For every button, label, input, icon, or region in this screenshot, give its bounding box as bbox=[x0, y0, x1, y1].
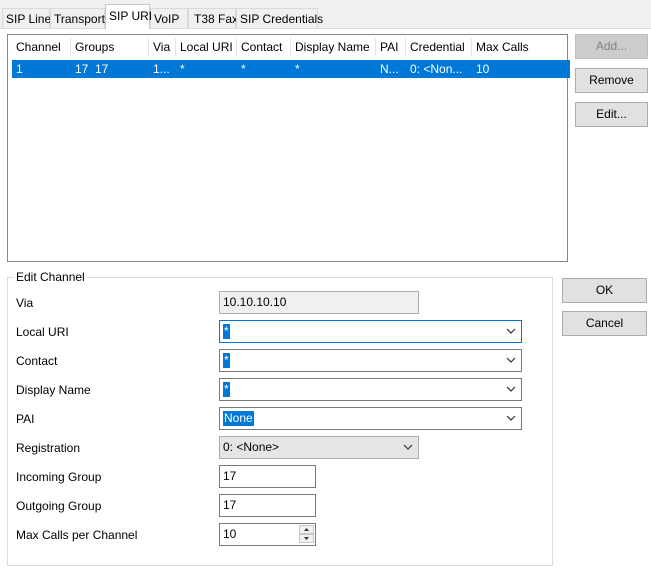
column-header-groups[interactable]: Groups bbox=[71, 38, 149, 56]
tab-sip-line[interactable]: SIP Line bbox=[2, 8, 51, 28]
outgoing-group-label: Outgoing Group bbox=[16, 499, 102, 513]
local-uri-combo[interactable]: * bbox=[219, 320, 522, 343]
display-name-combo[interactable]: * bbox=[219, 378, 522, 401]
cell-local-uri: * bbox=[180, 62, 185, 76]
pai-value: None bbox=[223, 411, 254, 426]
channel-list[interactable]: Channel Groups Via Local URI Contact Dis… bbox=[7, 34, 570, 262]
outgoing-group-field[interactable]: 17 bbox=[219, 494, 316, 517]
cell-contact: * bbox=[241, 62, 246, 76]
column-header-display-name[interactable]: Display Name bbox=[291, 38, 376, 56]
cell-pai: N... bbox=[380, 62, 399, 76]
triangle-down-icon bbox=[304, 537, 309, 540]
contact-combo[interactable]: * bbox=[219, 349, 522, 372]
ok-button[interactable]: OK bbox=[562, 278, 647, 303]
local-uri-label: Local URI bbox=[16, 325, 69, 339]
chevron-down-icon[interactable] bbox=[506, 413, 516, 423]
registration-label: Registration bbox=[16, 441, 81, 455]
edit-button[interactable]: Edit... bbox=[575, 102, 648, 127]
tab-transport[interactable]: Transport bbox=[50, 8, 105, 28]
cell-groups-in: 17 bbox=[75, 62, 89, 76]
registration-value: 0: <None> bbox=[223, 440, 280, 454]
column-header-credential[interactable]: Credential bbox=[406, 38, 472, 56]
display-name-value: * bbox=[223, 382, 230, 397]
tab-sip-uri[interactable]: SIP URI bbox=[105, 4, 152, 29]
chevron-down-icon[interactable] bbox=[506, 355, 516, 365]
spin-up-button[interactable] bbox=[299, 525, 314, 534]
cell-channel: 1 bbox=[16, 62, 23, 76]
contact-value: * bbox=[223, 353, 230, 368]
tab-voip[interactable]: VoIP bbox=[150, 8, 188, 28]
via-label: Via bbox=[16, 296, 34, 310]
tab-t38-fax[interactable]: T38 Fax bbox=[188, 8, 238, 28]
incoming-group-field[interactable]: 17 bbox=[219, 465, 316, 488]
column-header-local-uri[interactable]: Local URI bbox=[176, 38, 237, 56]
column-header-contact[interactable]: Contact bbox=[237, 38, 291, 56]
tab-sip-credentials[interactable]: SIP Credentials bbox=[236, 8, 323, 28]
column-header-pai[interactable]: PAI bbox=[376, 38, 406, 56]
incoming-group-label: Incoming Group bbox=[16, 470, 102, 484]
max-calls-stepper[interactable]: 10 bbox=[219, 523, 316, 546]
local-uri-value: * bbox=[223, 324, 230, 339]
max-calls-value: 10 bbox=[223, 527, 237, 541]
chevron-down-icon[interactable] bbox=[506, 326, 516, 336]
column-header-max-calls[interactable]: Max Calls bbox=[472, 38, 542, 56]
cell-groups-out: 17 bbox=[95, 62, 109, 76]
display-name-label: Display Name bbox=[16, 383, 91, 397]
remove-button[interactable]: Remove bbox=[575, 68, 648, 93]
column-header-via[interactable]: Via bbox=[149, 38, 176, 56]
table-row[interactable]: 1 17 17 1... * * * N... 0: <Non... 10 bbox=[12, 60, 570, 78]
chevron-down-icon[interactable] bbox=[403, 442, 413, 452]
cell-max-calls: 10 bbox=[476, 62, 490, 76]
add-button[interactable]: Add... bbox=[575, 34, 648, 59]
contact-label: Contact bbox=[16, 354, 58, 368]
via-field[interactable]: 10.10.10.10 bbox=[219, 291, 419, 314]
spin-down-button[interactable] bbox=[299, 534, 314, 543]
cell-credential: 0: <Non... bbox=[410, 62, 463, 76]
column-header-channel[interactable]: Channel bbox=[12, 38, 71, 56]
registration-dropdown[interactable]: 0: <None> bbox=[219, 436, 419, 459]
cell-display-name: * bbox=[295, 62, 300, 76]
cell-via: 1... bbox=[153, 62, 170, 76]
cancel-button[interactable]: Cancel bbox=[562, 311, 647, 336]
max-calls-label: Max Calls per Channel bbox=[16, 528, 138, 542]
pai-label: PAI bbox=[16, 412, 35, 426]
pai-combo[interactable]: None bbox=[219, 407, 522, 430]
edit-channel-title: Edit Channel bbox=[14, 269, 87, 285]
triangle-up-icon bbox=[304, 528, 309, 531]
chevron-down-icon[interactable] bbox=[506, 384, 516, 394]
spin-buttons bbox=[299, 525, 314, 544]
